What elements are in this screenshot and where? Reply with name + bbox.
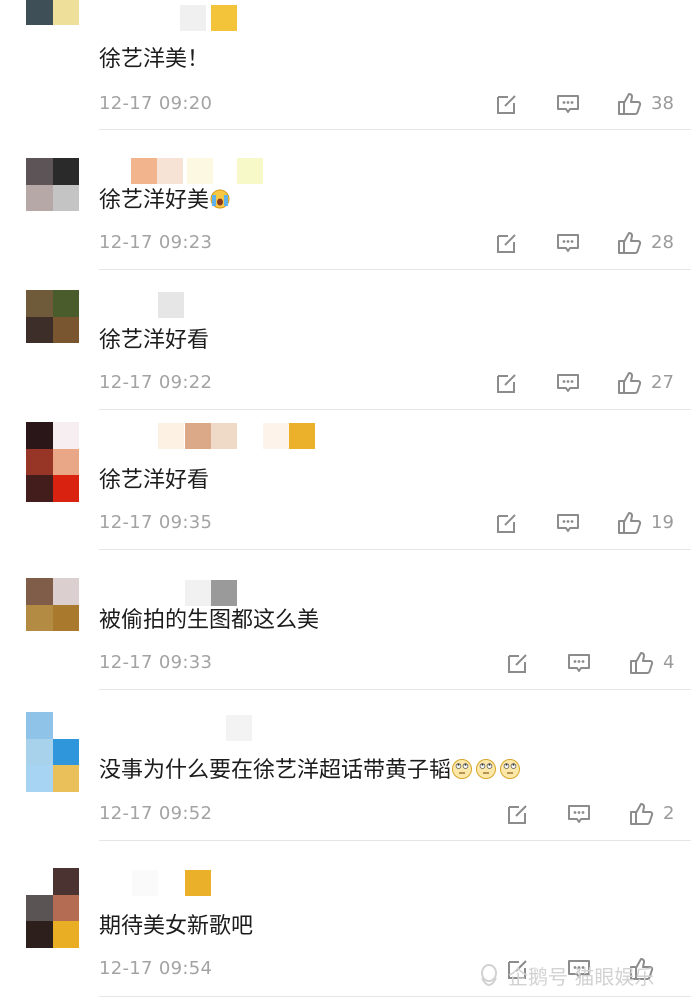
comment-text-content: 期待美女新歌吧 xyxy=(99,914,254,939)
comment-icon[interactable] xyxy=(555,230,581,256)
avatar[interactable] xyxy=(26,290,79,343)
comment-timestamp: 12-17 09:20 xyxy=(99,93,213,114)
comment-icon[interactable] xyxy=(555,370,581,396)
avatar[interactable] xyxy=(26,422,79,502)
avatar[interactable] xyxy=(26,868,79,948)
watermark-text: 企鹅号 猫眼娱乐 xyxy=(508,965,655,989)
like-icon[interactable] xyxy=(616,370,642,396)
comment-text-content: 徐艺洋好看 xyxy=(99,328,210,353)
like-count: 38 xyxy=(651,93,674,114)
comment-icon[interactable] xyxy=(566,650,592,676)
divider xyxy=(99,840,691,841)
eye-roll-emoji xyxy=(499,758,521,789)
avatar[interactable] xyxy=(26,158,79,211)
comment-timestamp: 12-17 09:23 xyxy=(99,232,213,253)
eye-roll-emoji xyxy=(451,758,473,789)
repost-icon[interactable] xyxy=(494,510,520,536)
comment-text: 徐艺洋好美 xyxy=(99,186,231,219)
like-count: 2 xyxy=(663,803,675,824)
like-icon[interactable] xyxy=(628,650,654,676)
like-count: 28 xyxy=(651,232,674,253)
comment-text: 没事为什么要在徐艺洋超话带黄子韬 xyxy=(99,756,523,789)
repost-icon[interactable] xyxy=(494,91,520,117)
divider xyxy=(99,689,691,690)
comment-timestamp: 12-17 09:52 xyxy=(99,803,213,824)
like-count: 27 xyxy=(651,372,674,393)
comment-timestamp: 12-17 09:22 xyxy=(99,372,213,393)
comment-timestamp: 12-17 09:33 xyxy=(99,652,213,673)
watermark: 企鹅号 猫眼娱乐 xyxy=(478,961,654,991)
repost-icon[interactable] xyxy=(505,650,531,676)
comment-text-content: 被偷拍的生图都这么美 xyxy=(99,608,320,633)
repost-icon[interactable] xyxy=(505,801,531,827)
eye-roll-emoji xyxy=(475,758,497,789)
comment-text: 期待美女新歌吧 xyxy=(99,912,253,942)
avatar[interactable] xyxy=(26,712,79,792)
divider xyxy=(99,549,691,550)
avatar[interactable] xyxy=(26,578,79,631)
comment-icon[interactable] xyxy=(566,801,592,827)
divider xyxy=(99,269,691,270)
like-icon[interactable] xyxy=(616,230,642,256)
comment-text: 徐艺洋美！ xyxy=(99,45,209,75)
comment-text: 徐艺洋好看 xyxy=(99,326,209,356)
divider xyxy=(99,129,691,130)
like-icon[interactable] xyxy=(616,510,642,536)
comment-text-content: 徐艺洋美！ xyxy=(99,47,210,72)
like-count: 19 xyxy=(651,512,674,533)
divider xyxy=(99,996,691,997)
avatar[interactable] xyxy=(26,0,79,25)
comment-text: 徐艺洋好看 xyxy=(99,466,209,496)
repost-icon[interactable] xyxy=(494,370,520,396)
comment-icon[interactable] xyxy=(555,91,581,117)
crying-face-emoji xyxy=(209,188,231,219)
comment-text-content: 没事为什么要在徐艺洋超话带黄子韬 xyxy=(99,758,452,783)
like-icon[interactable] xyxy=(616,91,642,117)
comment-text-content: 徐艺洋好美 xyxy=(99,188,210,213)
repost-icon[interactable] xyxy=(494,230,520,256)
like-icon[interactable] xyxy=(628,801,654,827)
comment-icon[interactable] xyxy=(555,510,581,536)
comment-timestamp: 12-17 09:35 xyxy=(99,512,213,533)
comment-text: 被偷拍的生图都这么美 xyxy=(99,606,319,636)
comment-timestamp: 12-17 09:54 xyxy=(99,958,213,979)
comment-text-content: 徐艺洋好看 xyxy=(99,468,210,493)
like-count: 4 xyxy=(663,652,675,673)
divider xyxy=(99,409,691,410)
penguin-icon xyxy=(478,964,500,993)
